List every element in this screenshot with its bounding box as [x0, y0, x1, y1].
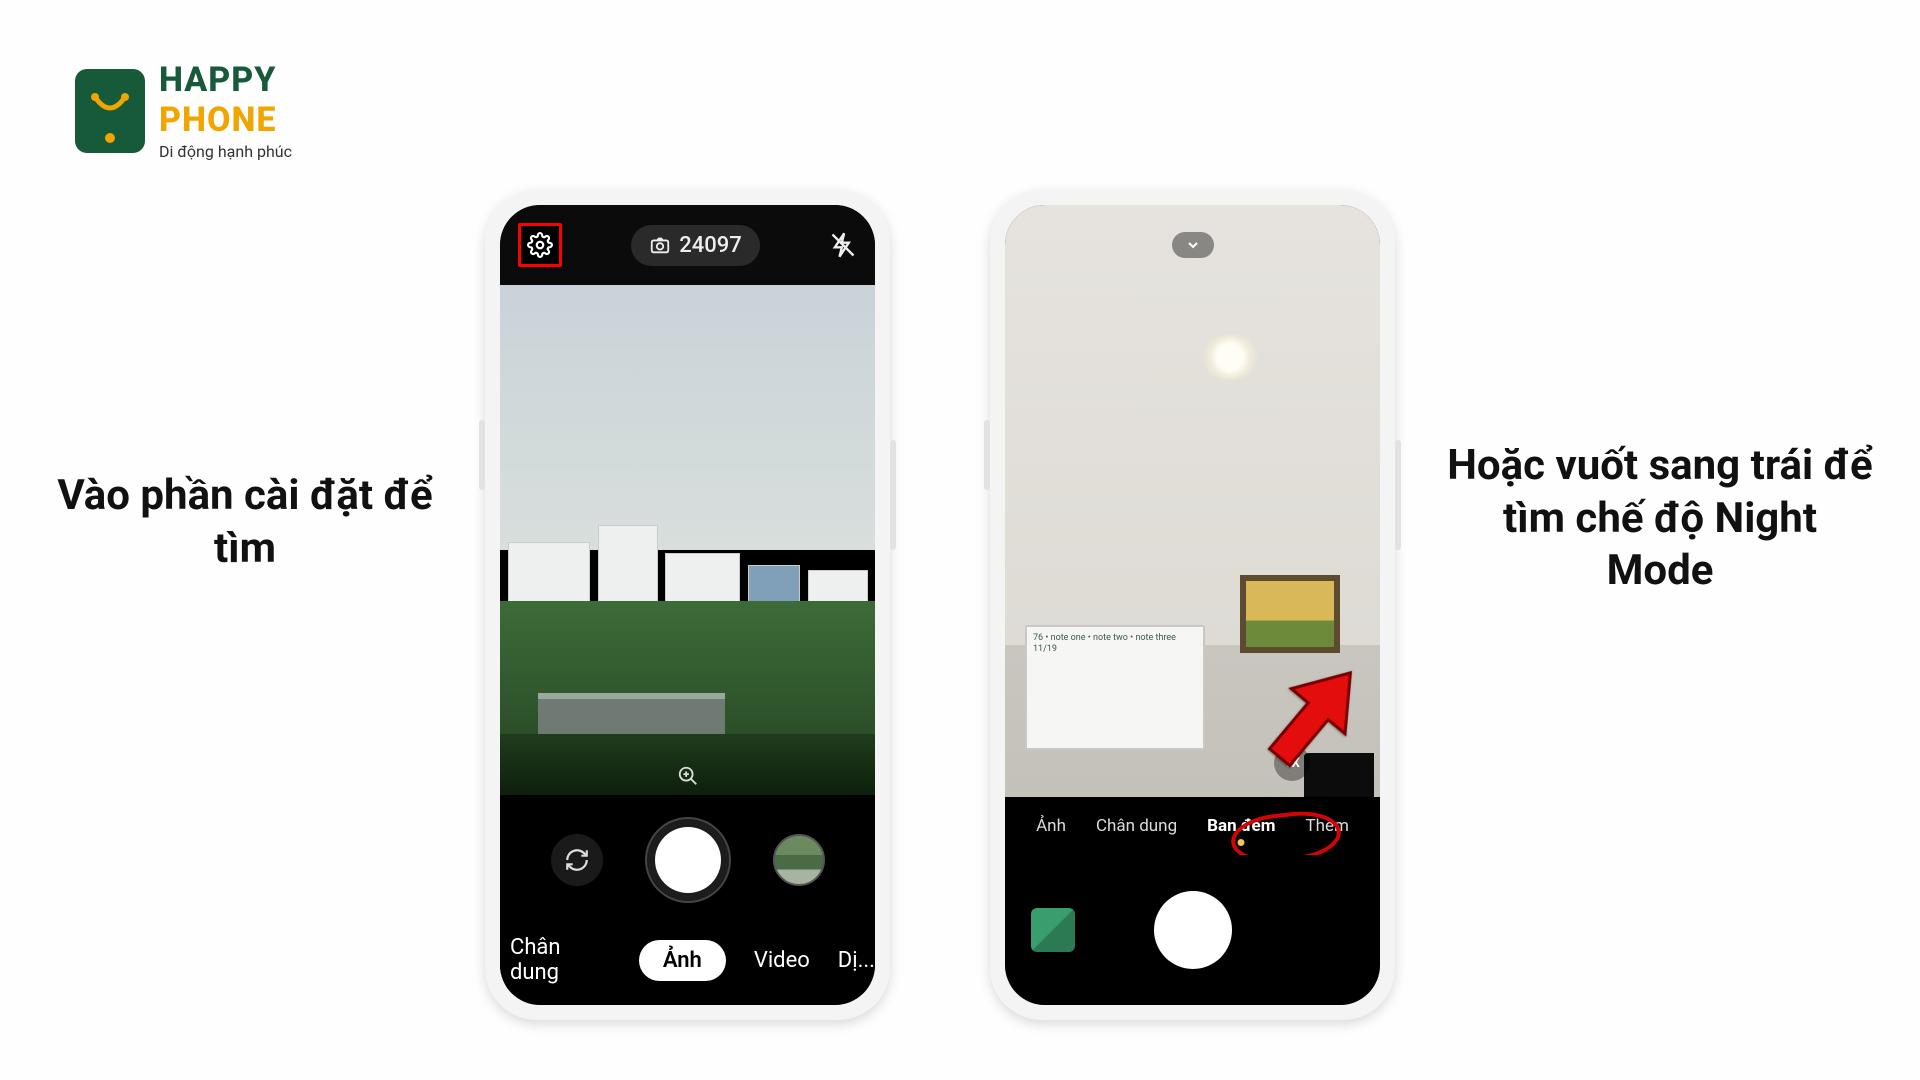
phone-mock-right: 76 • note one • note two • note three 11…: [990, 190, 1395, 1020]
phone-right-screen: 76 • note one • note two • note three 11…: [1005, 205, 1380, 1005]
mode2-portrait[interactable]: Chân dung: [1096, 816, 1177, 836]
chevron-down-icon: [1185, 237, 1201, 253]
phone-left-screen: 24097: [500, 205, 875, 1005]
gallery-thumbnail[interactable]: [773, 834, 825, 886]
camera-viewfinder[interactable]: [500, 285, 875, 795]
magnify-plus-icon[interactable]: [677, 765, 699, 787]
gear-icon[interactable]: [527, 232, 553, 258]
camera-modes-strip-2[interactable]: Ảnh Chân dung Ban đêm Thêm: [1005, 797, 1380, 855]
camera-switch-button[interactable]: [551, 834, 603, 886]
logo-line2: PHONE: [159, 100, 292, 140]
camera-controls-row: [500, 795, 875, 925]
logo-line1: HAPPY: [159, 60, 292, 100]
monitor-corner: [1304, 753, 1374, 797]
flash-off-icon[interactable]: [829, 231, 857, 259]
shutter-button[interactable]: [645, 817, 731, 903]
whiteboard: 76 • note one • note two • note three 11…: [1025, 625, 1205, 750]
mode-video[interactable]: Video: [754, 948, 810, 973]
bag-smile-icon: [89, 93, 131, 129]
mode2-night-active[interactable]: Ban đêm: [1207, 816, 1275, 836]
mode-photo-active[interactable]: Ảnh: [639, 940, 726, 981]
gallery-thumbnail-2[interactable]: [1031, 908, 1075, 952]
shots-remaining-pill[interactable]: 24097: [631, 225, 760, 266]
camera-icon: [649, 234, 671, 256]
logo-mark: [75, 69, 145, 153]
phone-mock-left: 24097: [485, 190, 890, 1020]
camera-bottom-bar: [1005, 855, 1380, 1005]
settings-highlight: [518, 223, 562, 267]
mode-more-cut[interactable]: Dị...: [838, 948, 875, 973]
caption-left: Vào phần cài đặt để tìm: [45, 470, 445, 575]
mode2-photo[interactable]: Ảnh: [1036, 816, 1066, 836]
camera-switch-icon: [564, 847, 590, 873]
camera-modes-strip[interactable]: Chân dung Ảnh Video Dị...: [500, 925, 875, 995]
shots-counter: 24097: [679, 233, 742, 258]
brand-logo: HAPPY PHONE Di động hạnh phúc: [75, 60, 292, 161]
camera-top-handle: [1005, 215, 1380, 275]
camera-top-bar: 24097: [500, 205, 875, 285]
expand-handle[interactable]: [1172, 232, 1214, 258]
mode2-more[interactable]: Thêm: [1305, 816, 1348, 836]
ceiling-light: [1200, 335, 1260, 379]
logo-tagline: Di động hạnh phúc: [159, 142, 292, 161]
logo-text: HAPPY PHONE Di động hạnh phúc: [159, 60, 292, 161]
caption-right: Hoặc vuốt sang trái để tìm chế độ Night …: [1445, 440, 1875, 598]
wall-picture: [1240, 575, 1340, 653]
zoom-1x-badge[interactable]: 1X: [1274, 745, 1310, 781]
shutter-button-2[interactable]: [1154, 891, 1232, 969]
mode-portrait[interactable]: Chân dung: [510, 935, 611, 985]
